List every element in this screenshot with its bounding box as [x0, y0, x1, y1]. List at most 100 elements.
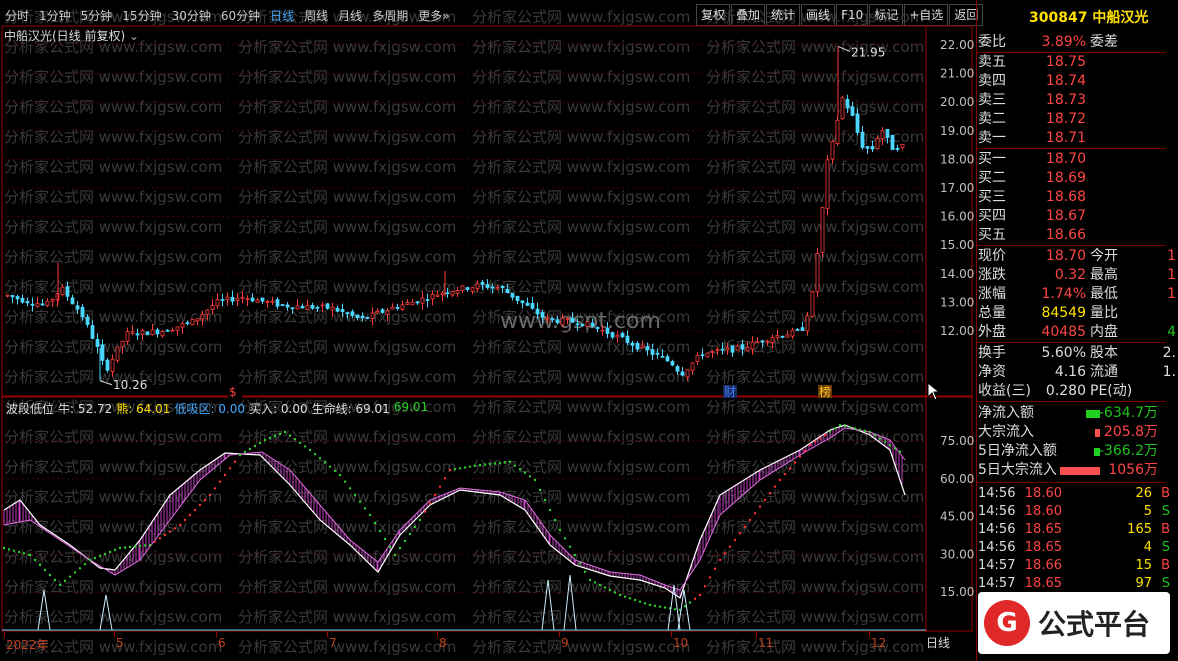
candle-body — [265, 300, 270, 303]
candle-body — [85, 316, 90, 325]
price-tick: 19.00 — [940, 124, 974, 138]
quote-value: 1.74% — [1041, 286, 1086, 302]
candle-body — [80, 306, 85, 318]
quote-label: 委比 — [978, 34, 1006, 50]
lifeline-dot — [338, 473, 342, 477]
candle-body — [795, 329, 800, 331]
candle-body — [415, 301, 420, 304]
lifeline-dot — [128, 545, 132, 549]
candle-body — [525, 302, 530, 306]
lifeline-dot — [258, 441, 262, 445]
quote-label: 买五 — [978, 227, 1006, 243]
tick-cell: 5 — [1143, 504, 1152, 519]
candle-body — [625, 335, 630, 344]
tick-cell: 97 — [1135, 576, 1152, 591]
lifeline-dot — [328, 465, 332, 468]
lifeline-dot — [508, 460, 512, 464]
indicator-name[interactable]: 波段低位 — [6, 400, 54, 417]
quote-value: 84549 — [1041, 305, 1086, 321]
candle-body — [135, 333, 140, 336]
tick-cell: S — [1161, 540, 1170, 555]
tick-cell: 14:57 — [978, 558, 1016, 573]
lifeline-dot — [278, 432, 282, 436]
quote-value: 18.71 — [1045, 130, 1086, 146]
tick-cell: B — [1161, 486, 1170, 501]
event-marker[interactable]: 财 — [724, 385, 736, 399]
kline-chart[interactable]: 22.00 21.00 20.00 19.00 18.00 17.00 16.00 15.00… — [0, 0, 974, 661]
candle-body — [545, 317, 550, 320]
candle-body — [750, 341, 755, 350]
lifeline-dot — [473, 464, 477, 468]
lifeline-dot — [363, 507, 367, 510]
quote-value: 205.8万 — [1103, 424, 1158, 440]
candle-body — [610, 332, 615, 338]
lifeline-dot — [38, 563, 42, 567]
lifeline-dot — [358, 500, 362, 503]
tick-cell: 14:56 — [978, 486, 1016, 501]
low-label: 10.26 — [113, 378, 147, 392]
lifeline-dot — [563, 537, 567, 540]
lifeline-dot — [828, 430, 832, 433]
lifeline-dot — [43, 568, 47, 572]
tick-row: 14:57 18.66 15 B — [978, 556, 1176, 575]
price-tick: 18.00 — [940, 152, 974, 166]
lifeline-dot — [378, 529, 382, 533]
candle-body — [240, 296, 245, 299]
event-marker[interactable]: 榜 — [819, 384, 831, 399]
candle-body — [820, 207, 825, 253]
flow-bar — [1095, 429, 1100, 437]
lifeline-dot — [213, 487, 217, 490]
candle-body — [295, 305, 300, 310]
lifeline-dot — [648, 603, 652, 607]
lifeline-dot — [773, 485, 777, 488]
candle-body — [675, 366, 680, 372]
quote-value2: 1 — [1167, 267, 1176, 283]
price-tick: 21.00 — [940, 67, 974, 81]
site-logo: G 公式平台 — [978, 592, 1170, 654]
quote-label: 卖一 — [978, 130, 1006, 146]
quote-value: 18.75 — [1045, 54, 1086, 70]
quote-label: 买一 — [978, 151, 1006, 167]
lifeline-dot — [608, 588, 612, 592]
candle-body — [365, 316, 370, 319]
candle-body — [395, 306, 400, 309]
lifeline-dot — [403, 539, 407, 543]
quote-label: 卖二 — [978, 111, 1006, 127]
candle-body — [665, 356, 670, 362]
lifeline-dot — [373, 521, 377, 525]
quote-row: 卖四 18.74 — [978, 72, 1176, 91]
candle-body — [485, 284, 490, 288]
candle-body — [685, 369, 690, 378]
lifeline-dot — [148, 543, 152, 547]
quote-value: 18.73 — [1045, 92, 1086, 108]
logo-icon: G — [984, 600, 1030, 646]
lifeline-dot — [22, 552, 26, 555]
quote-label2: 股本 — [1090, 345, 1118, 361]
quote-row: 净资 4.16 流通 1. — [978, 363, 1176, 382]
candle-body — [870, 146, 875, 150]
x-label: 5 — [116, 636, 124, 650]
tick-row: 14:56 18.60 26 B — [978, 484, 1176, 503]
lifeline-dot — [518, 468, 522, 471]
flow-bar — [1086, 410, 1100, 418]
candle-body — [715, 349, 720, 351]
x-tick — [437, 632, 438, 637]
indicator-tick: 30.00 — [940, 547, 974, 561]
lifeline-dot — [463, 466, 467, 469]
candle-body — [360, 315, 365, 319]
candle-body — [895, 147, 900, 150]
lifeline-dot — [68, 575, 72, 578]
quote-label2: 最低 — [1090, 286, 1118, 302]
candle-body — [430, 293, 435, 300]
period-indicator[interactable]: 日线 — [926, 634, 950, 651]
candle-body — [730, 345, 735, 353]
lifeline-dot — [853, 427, 857, 430]
event-marker[interactable]: $ — [229, 385, 237, 399]
quote-row: 外盘 40485 内盘 4 — [978, 323, 1176, 342]
candle-body — [745, 347, 750, 352]
tick-cell: 14:57 — [978, 576, 1016, 591]
candle-body — [10, 295, 15, 298]
lifeline-dot — [858, 428, 862, 431]
lifeline-dot — [388, 545, 392, 549]
lifeline-dot — [583, 570, 587, 573]
